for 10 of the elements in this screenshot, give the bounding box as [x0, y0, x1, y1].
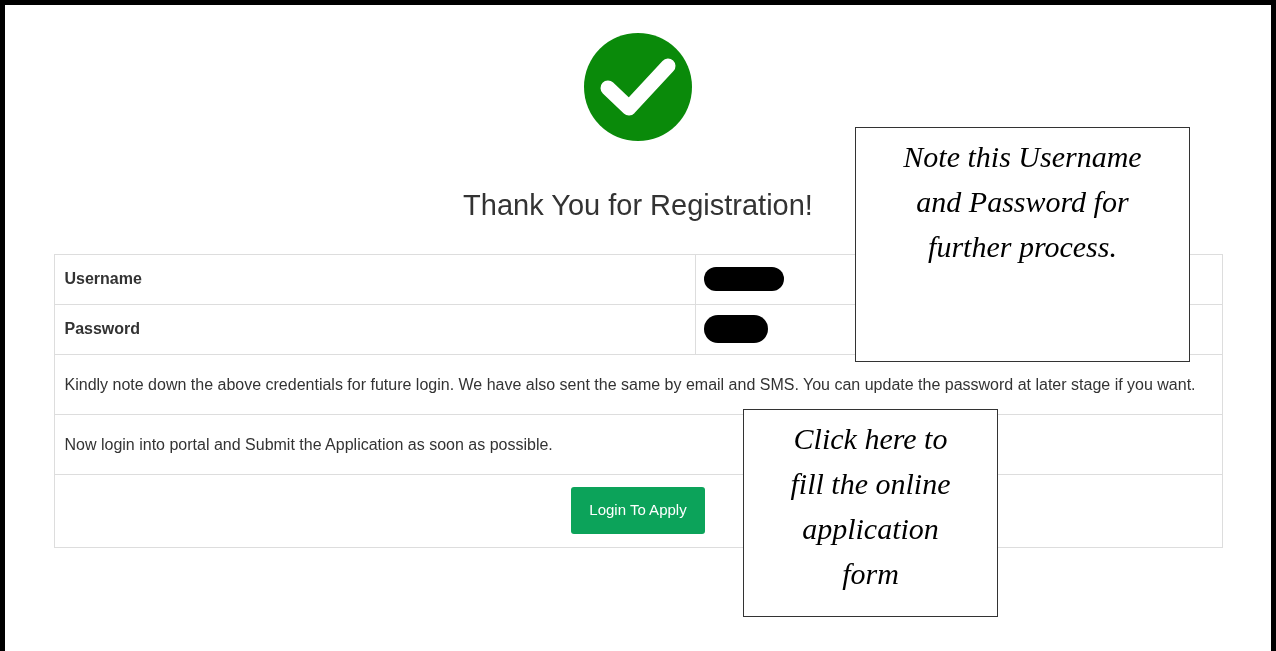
redaction-mark	[703, 315, 768, 343]
page-title: Thank You for Registration!	[463, 188, 813, 223]
credential-label: Username	[64, 269, 142, 289]
info-text: Kindly note down the above credentials for future login. We have also sent the same by email and SMS. You can update the password at later stage if you want.	[64, 374, 1196, 395]
login-button[interactable]: Login To Apply	[571, 486, 705, 534]
callout-note: Note this Username and Password for further process.	[855, 127, 1190, 362]
callout-note: Click here to fill the online application form	[743, 409, 998, 617]
credential-label: Password	[64, 319, 141, 339]
info-text: Now login into portal and Submit the Application as soon as possible.	[64, 434, 553, 455]
checkmark-icon	[584, 30, 692, 144]
